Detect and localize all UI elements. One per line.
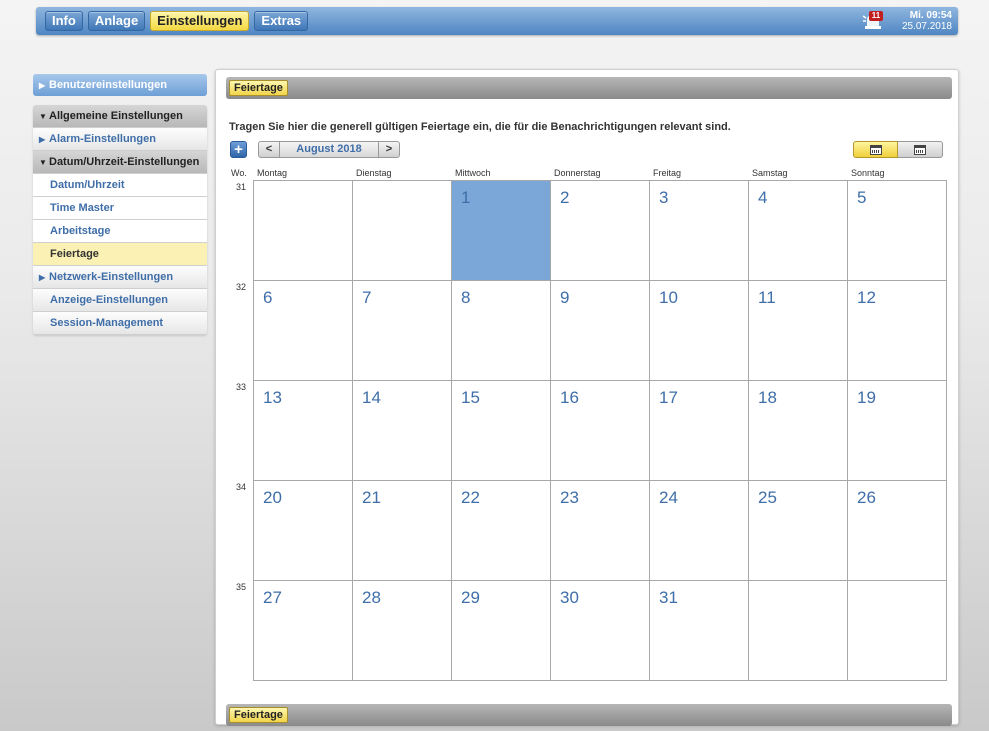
sidebar-item-label: Benutzereinstellungen bbox=[49, 79, 167, 91]
triangle-right-icon: ▶ bbox=[39, 135, 46, 144]
month-label: August 2018 bbox=[280, 141, 378, 158]
weekday-header: Mittwoch bbox=[455, 168, 491, 178]
tab-info[interactable]: Info bbox=[45, 11, 83, 31]
panel-header: Feiertage bbox=[226, 77, 952, 99]
calendar-week-icon bbox=[914, 145, 926, 155]
sidebar-item-label: Datum/Uhrzeit-Einstellungen bbox=[49, 156, 200, 168]
week-number: 33 bbox=[235, 382, 246, 392]
week-number: 35 bbox=[235, 582, 246, 592]
week-number: 34 bbox=[235, 482, 246, 492]
calendar-month-icon bbox=[870, 145, 882, 155]
alarm-light-icon[interactable]: 11 bbox=[862, 10, 884, 30]
month-navigator: < August 2018 > bbox=[258, 141, 400, 158]
tab-extras[interactable]: Extras bbox=[254, 11, 309, 31]
triangle-right-icon: ▶ bbox=[39, 273, 46, 282]
calendar-grid-border bbox=[253, 180, 947, 681]
triangle-down-icon: ▼ bbox=[39, 112, 47, 121]
triangle-down-icon: ▼ bbox=[39, 158, 47, 167]
previous-month-button[interactable]: < bbox=[258, 141, 280, 158]
tab-feiertage[interactable]: Feiertage bbox=[229, 80, 288, 96]
tab-einstellungen[interactable]: Einstellungen bbox=[150, 11, 250, 31]
weekday-header: Samstag bbox=[752, 168, 788, 178]
sidebar-item-label: Alarm-Einstellungen bbox=[49, 133, 156, 145]
weekday-header: Sonntag bbox=[851, 168, 885, 178]
sidebar-item-general-settings[interactable]: ▼ Allgemeine Einstellungen bbox=[33, 105, 207, 128]
week-number: 31 bbox=[235, 182, 246, 192]
top-navigation-bar: Info Anlage Einstellungen Extras 11 Mi. … bbox=[36, 7, 958, 35]
sidebar: ▶ Benutzereinstellungen ▼ Allgemeine Einst… bbox=[33, 74, 207, 335]
sidebar-item-label: Allgemeine Einstellungen bbox=[49, 110, 183, 122]
triangle-right-icon: ▶ bbox=[39, 81, 46, 90]
week-view-button[interactable] bbox=[898, 141, 943, 158]
sidebar-item-label: Netzwerk-Einstellungen bbox=[49, 271, 174, 283]
clock: Mi. 09:54 25.07.2018 bbox=[902, 10, 952, 32]
sidebar-item-workdays[interactable]: Arbeitstage bbox=[33, 220, 207, 243]
month-view-button[interactable] bbox=[853, 141, 898, 158]
weekday-header: Freitag bbox=[653, 168, 682, 178]
add-holiday-button[interactable]: + bbox=[230, 141, 247, 158]
sidebar-item-holidays[interactable]: Feiertage bbox=[33, 243, 207, 266]
sidebar-item-datetime-settings[interactable]: ▼ Datum/Uhrzeit-Einstellungen bbox=[33, 151, 207, 174]
alarm-count-badge: 11 bbox=[869, 11, 883, 21]
clock-time: Mi. 09:54 bbox=[909, 10, 952, 21]
sidebar-item-session-management[interactable]: Session-Management bbox=[33, 312, 207, 335]
view-toggle bbox=[853, 141, 943, 158]
next-month-button[interactable]: > bbox=[378, 141, 400, 158]
tab-anlage[interactable]: Anlage bbox=[87, 11, 146, 31]
sidebar-group-general: ▼ Allgemeine Einstellungen ▶ Alarm-Einstel… bbox=[33, 105, 207, 335]
sidebar-item-alarm-settings[interactable]: ▶ Alarm-Einstellungen bbox=[33, 128, 207, 151]
main-menu: Info Anlage Einstellungen Extras bbox=[45, 11, 309, 31]
sidebar-item-time-master[interactable]: Time Master bbox=[33, 197, 207, 220]
sidebar-item-user-settings[interactable]: ▶ Benutzereinstellungen bbox=[33, 74, 207, 96]
week-number: 32 bbox=[235, 282, 246, 292]
clock-date: 25.07.2018 bbox=[901, 21, 952, 32]
calendar-header: Wo. Montag Dienstag Mittwoch Donnerstag Frei… bbox=[229, 168, 952, 180]
weekday-header: Donnerstag bbox=[554, 168, 601, 178]
weekday-header: Dienstag bbox=[356, 168, 392, 178]
main-panel: Feiertage Tragen Sie hier die generell g… bbox=[215, 69, 959, 726]
sidebar-item-network-settings[interactable]: ▶ Netzwerk-Einstellungen bbox=[33, 266, 207, 289]
instruction-text: Tragen Sie hier die generell gültigen Fe… bbox=[229, 121, 731, 133]
footer-tab-feiertage[interactable]: Feiertage bbox=[229, 707, 288, 723]
sidebar-item-display-settings[interactable]: Anzeige-Einstellungen bbox=[33, 289, 207, 312]
weekday-header: Montag bbox=[257, 168, 288, 178]
week-number-header: Wo. bbox=[231, 168, 247, 178]
sidebar-item-datetime[interactable]: Datum/Uhrzeit bbox=[33, 174, 207, 197]
panel-footer: Feiertage bbox=[226, 704, 952, 726]
